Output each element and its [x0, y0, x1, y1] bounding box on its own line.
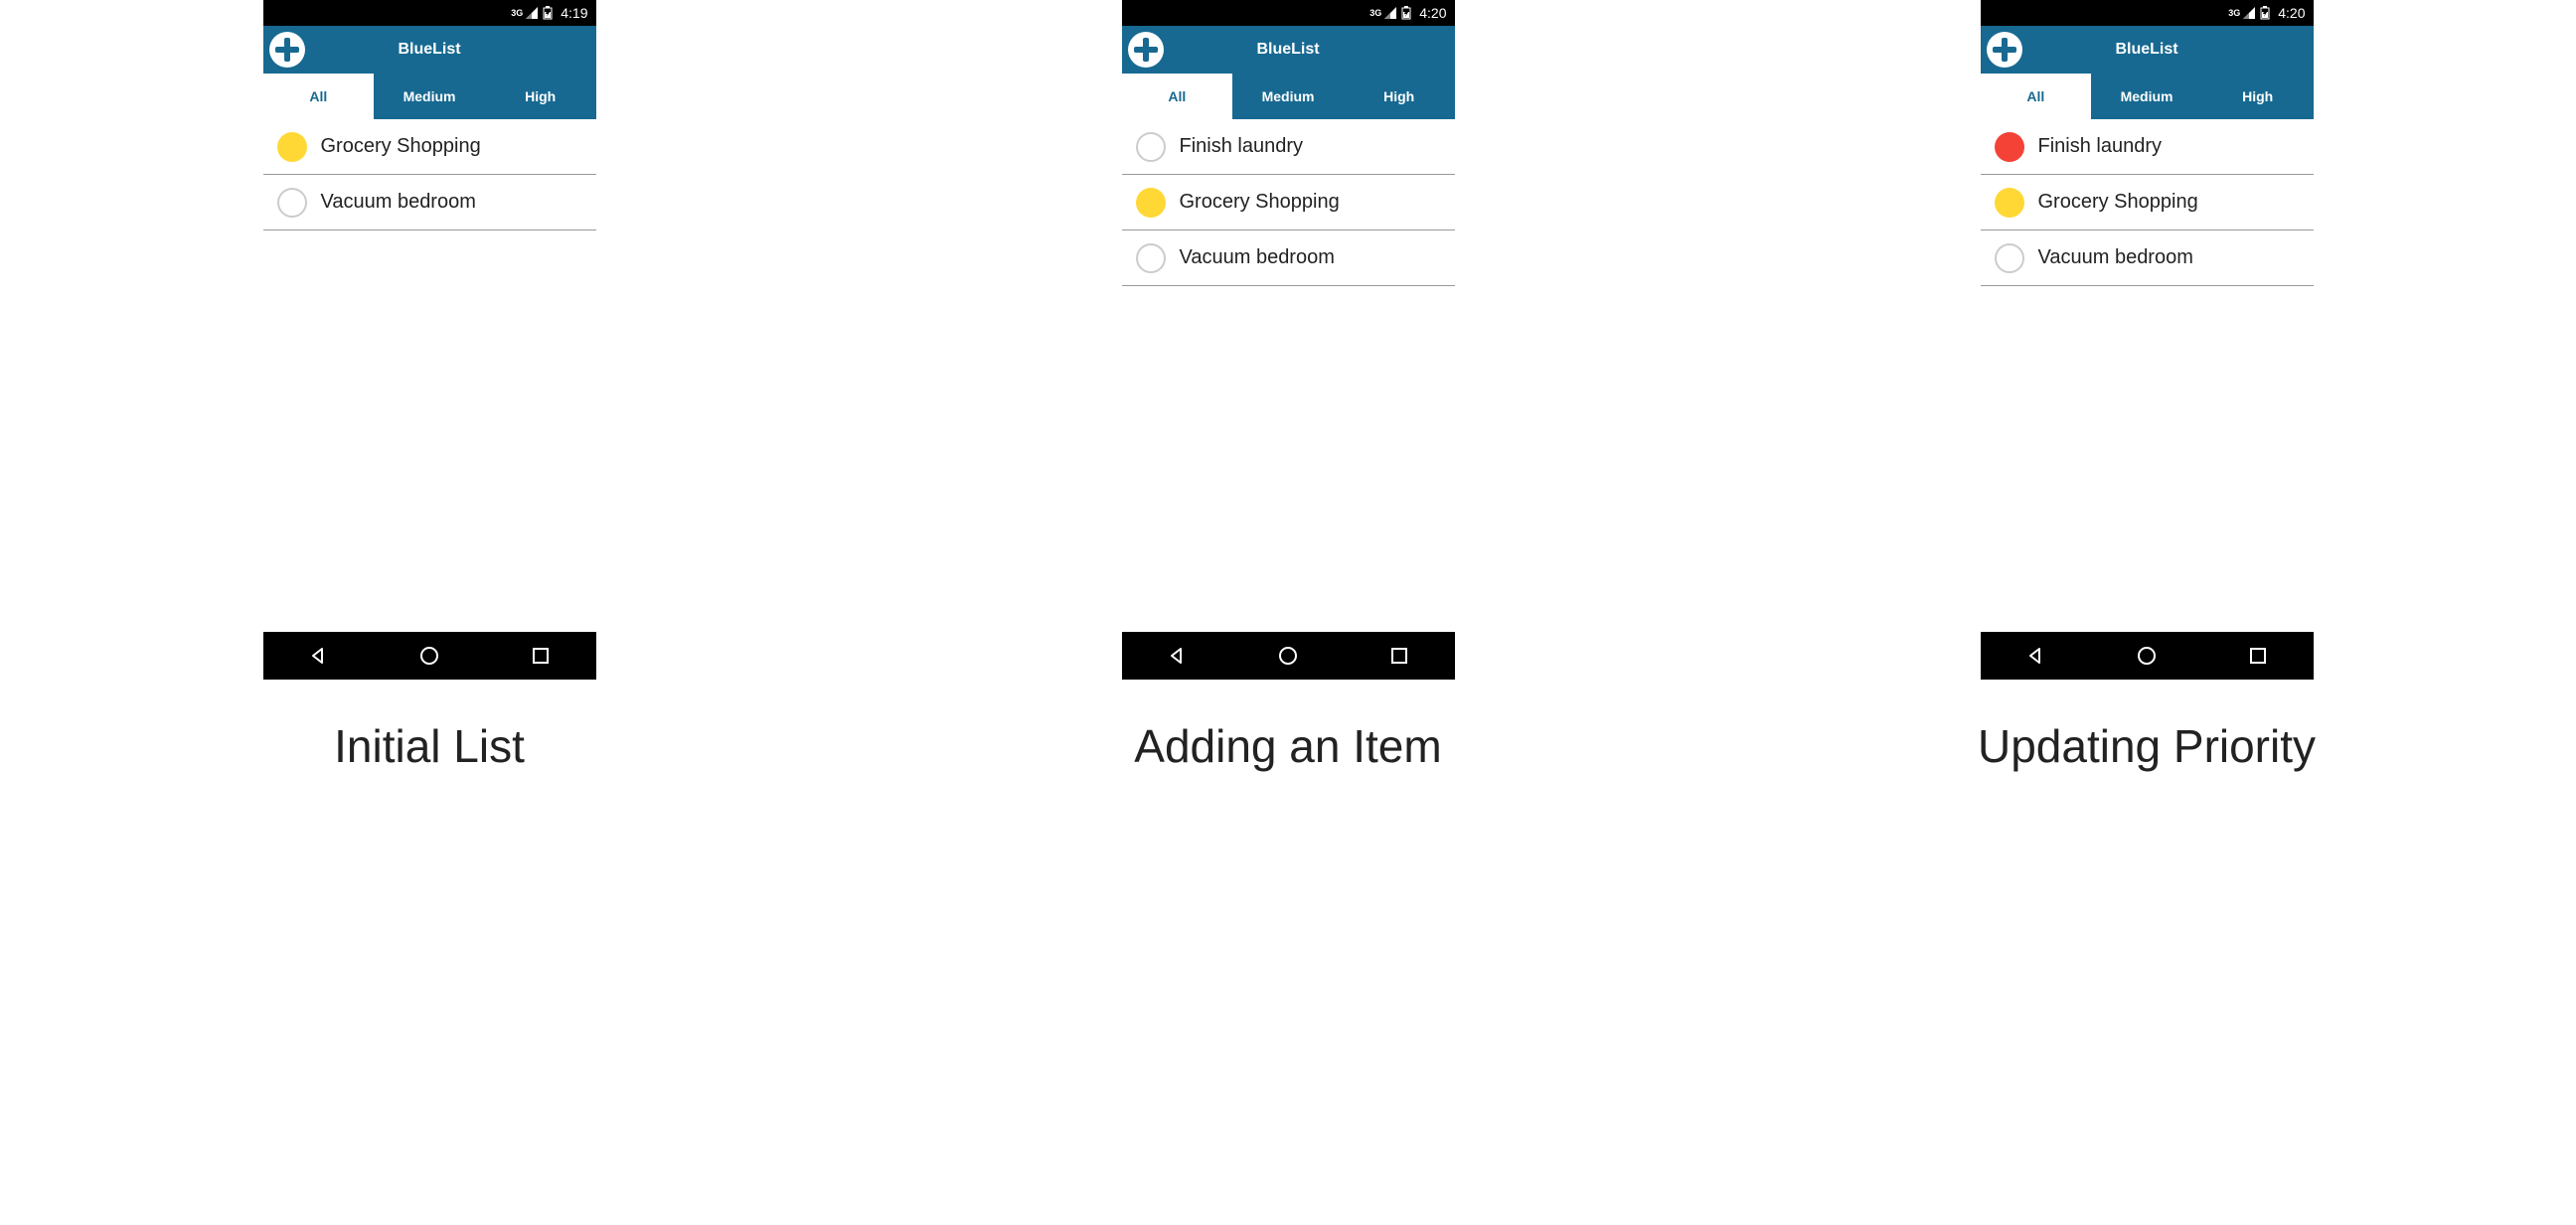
- back-button[interactable]: [2024, 645, 2046, 667]
- list-item[interactable]: Finish laundry: [1981, 119, 2314, 175]
- app-header: BlueList: [263, 26, 596, 74]
- network-3g-label: 3G: [511, 8, 523, 18]
- network-3g-label: 3G: [1369, 8, 1381, 18]
- home-button[interactable]: [418, 645, 440, 667]
- list-item[interactable]: Finish laundry: [1122, 119, 1455, 175]
- add-item-button[interactable]: [269, 32, 305, 68]
- tab-medium[interactable]: Medium: [1232, 74, 1344, 119]
- item-label: Vacuum bedroom: [1180, 246, 1335, 269]
- list-item[interactable]: Grocery Shopping: [263, 119, 596, 175]
- navigation-bar: [1122, 632, 1455, 680]
- todo-list: Finish laundry Grocery Shopping Vacuum bed…: [1981, 119, 2314, 632]
- phone-screen: 3G4:20BlueListAllMediumHighFinish laundr…: [1122, 0, 1455, 680]
- status-bar: 3G 4:20: [1122, 0, 1455, 26]
- status-time: 4:20: [2278, 5, 2305, 21]
- tab-high[interactable]: High: [2202, 74, 2314, 119]
- tab-medium[interactable]: Medium: [374, 74, 485, 119]
- todo-list: Finish laundry Grocery Shopping Vacuum bed…: [1122, 119, 1455, 632]
- battery-icon: [1401, 6, 1411, 20]
- list-item[interactable]: Grocery Shopping: [1981, 175, 2314, 230]
- signal-icon: [1383, 6, 1397, 20]
- tab-all[interactable]: All: [1981, 74, 2092, 119]
- item-label: Vacuum bedroom: [321, 191, 476, 214]
- app-header: BlueList: [1981, 26, 2314, 74]
- tab-all[interactable]: All: [1122, 74, 1233, 119]
- item-label: Grocery Shopping: [2038, 191, 2198, 214]
- priority-dot-icon: [1995, 132, 2024, 162]
- list-item[interactable]: Vacuum bedroom: [1981, 230, 2314, 286]
- home-button[interactable]: [2136, 645, 2158, 667]
- tabs-bar: AllMediumHigh: [1981, 74, 2314, 119]
- app-title: BlueList: [2115, 41, 2177, 59]
- recent-apps-button[interactable]: [530, 645, 552, 667]
- priority-dot-icon: [1136, 243, 1166, 273]
- priority-dot-icon: [1136, 132, 1166, 162]
- item-label: Finish laundry: [1180, 135, 1304, 158]
- list-item[interactable]: Vacuum bedroom: [263, 175, 596, 230]
- tabs-bar: AllMediumHigh: [1122, 74, 1455, 119]
- app-title: BlueList: [398, 41, 460, 59]
- app-header: BlueList: [1122, 26, 1455, 74]
- list-item[interactable]: Vacuum bedroom: [1122, 230, 1455, 286]
- battery-icon: [2260, 6, 2270, 20]
- recent-apps-button[interactable]: [1388, 645, 1410, 667]
- tab-high[interactable]: High: [1344, 74, 1455, 119]
- back-button[interactable]: [1166, 645, 1188, 667]
- battery-icon: [543, 6, 553, 20]
- priority-dot-icon: [277, 188, 307, 218]
- signal-icon: [2242, 6, 2256, 20]
- item-label: Finish laundry: [2038, 135, 2163, 158]
- navigation-bar: [263, 632, 596, 680]
- todo-list: Grocery Shopping Vacuum bedroom: [263, 119, 596, 632]
- add-item-button[interactable]: [1987, 32, 2022, 68]
- tab-high[interactable]: High: [485, 74, 596, 119]
- phone-screen: 3G4:20BlueListAllMediumHighFinish laundr…: [1981, 0, 2314, 680]
- phone-screen: 3G4:19BlueListAllMediumHighGrocery Shopp…: [263, 0, 596, 680]
- add-item-button[interactable]: [1128, 32, 1164, 68]
- status-time: 4:20: [1419, 5, 1446, 21]
- priority-dot-icon: [1136, 188, 1166, 218]
- network-3g-label: 3G: [2228, 8, 2240, 18]
- tab-all[interactable]: All: [263, 74, 375, 119]
- status-time: 4:19: [561, 5, 587, 21]
- screen-caption: Updating Priority: [1978, 719, 2316, 773]
- status-bar: 3G 4:20: [1981, 0, 2314, 26]
- signal-icon: [525, 6, 539, 20]
- back-button[interactable]: [307, 645, 329, 667]
- priority-dot-icon: [1995, 188, 2024, 218]
- screen-caption: Initial List: [334, 719, 525, 773]
- item-label: Grocery Shopping: [321, 135, 481, 158]
- item-label: Grocery Shopping: [1180, 191, 1340, 214]
- home-button[interactable]: [1277, 645, 1299, 667]
- priority-dot-icon: [277, 132, 307, 162]
- item-label: Vacuum bedroom: [2038, 246, 2193, 269]
- priority-dot-icon: [1995, 243, 2024, 273]
- tab-medium[interactable]: Medium: [2091, 74, 2202, 119]
- screen-caption: Adding an Item: [1134, 719, 1441, 773]
- navigation-bar: [1981, 632, 2314, 680]
- app-title: BlueList: [1256, 41, 1319, 59]
- tabs-bar: AllMediumHigh: [263, 74, 596, 119]
- list-item[interactable]: Grocery Shopping: [1122, 175, 1455, 230]
- status-bar: 3G 4:19: [263, 0, 596, 26]
- recent-apps-button[interactable]: [2247, 645, 2269, 667]
